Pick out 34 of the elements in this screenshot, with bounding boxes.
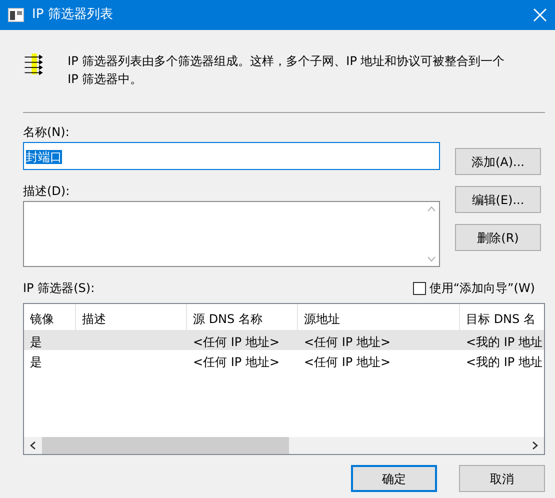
filters-label: IP 筛选器(S): [23, 280, 95, 297]
table-cell-text: <任何 IP 地址> [192, 354, 281, 370]
scrollbar-thumb[interactable] [42, 437, 289, 454]
name-input-field[interactable]: 封端口 [23, 142, 440, 170]
side-button[interactable]: 删除(R) [455, 224, 541, 251]
scroll-up-icon[interactable] [426, 206, 436, 212]
filter-list-icon [23, 52, 46, 76]
scroll-right-icon[interactable] [532, 441, 538, 450]
side-button[interactable]: 添加(A)... [455, 148, 541, 175]
table-cell-text: <任何 IP 地址> [303, 354, 392, 370]
selected-row[interactable]: 是 <任何 IP 地址> <任何 IP 地址> <我的 IP 地址 [24, 330, 544, 350]
window-icon [8, 8, 24, 22]
table-cell-text: 是 [29, 334, 43, 350]
close-icon[interactable] [533, 8, 547, 22]
scroll-down-icon[interactable] [426, 256, 436, 262]
description-field[interactable] [23, 201, 440, 267]
intro-text: IP 筛选器列表由多个筛选器组成。这样，多个子网、IP 地址和协议可被整合到一个 IP 筛选器中。 [68, 53, 506, 88]
name-value: 封端口 [26, 150, 62, 164]
wizard-checkbox[interactable] [413, 282, 426, 294]
dialog-button[interactable]: 确定 [351, 465, 437, 492]
wizard-checkbox-label[interactable]: 使用“添加向导”(W) [429, 279, 535, 297]
scroll-left-icon[interactable] [30, 441, 36, 450]
table-cell-text: <我的 IP 地址 [465, 334, 544, 350]
window-title: IP 筛选器列表 [32, 6, 114, 24]
table-cell-text: <我的 IP 地址 [465, 354, 544, 370]
table-cell-text: <任何 IP 地址> [303, 334, 392, 350]
name-label: 名称(N): [23, 124, 70, 139]
horizontal-scrollbar[interactable] [24, 437, 544, 454]
side-button[interactable]: 编辑(E)... [455, 186, 541, 213]
table-cell-text: <任何 IP 地址> [192, 334, 281, 350]
table-cell-text: 是 [29, 354, 43, 370]
table-row[interactable]: 是 <任何 IP 地址> <任何 IP 地址> <我的 IP 地址 [24, 350, 544, 370]
description-label: 描述(D): [23, 183, 71, 198]
dialog-button[interactable]: 取消 [459, 465, 545, 492]
